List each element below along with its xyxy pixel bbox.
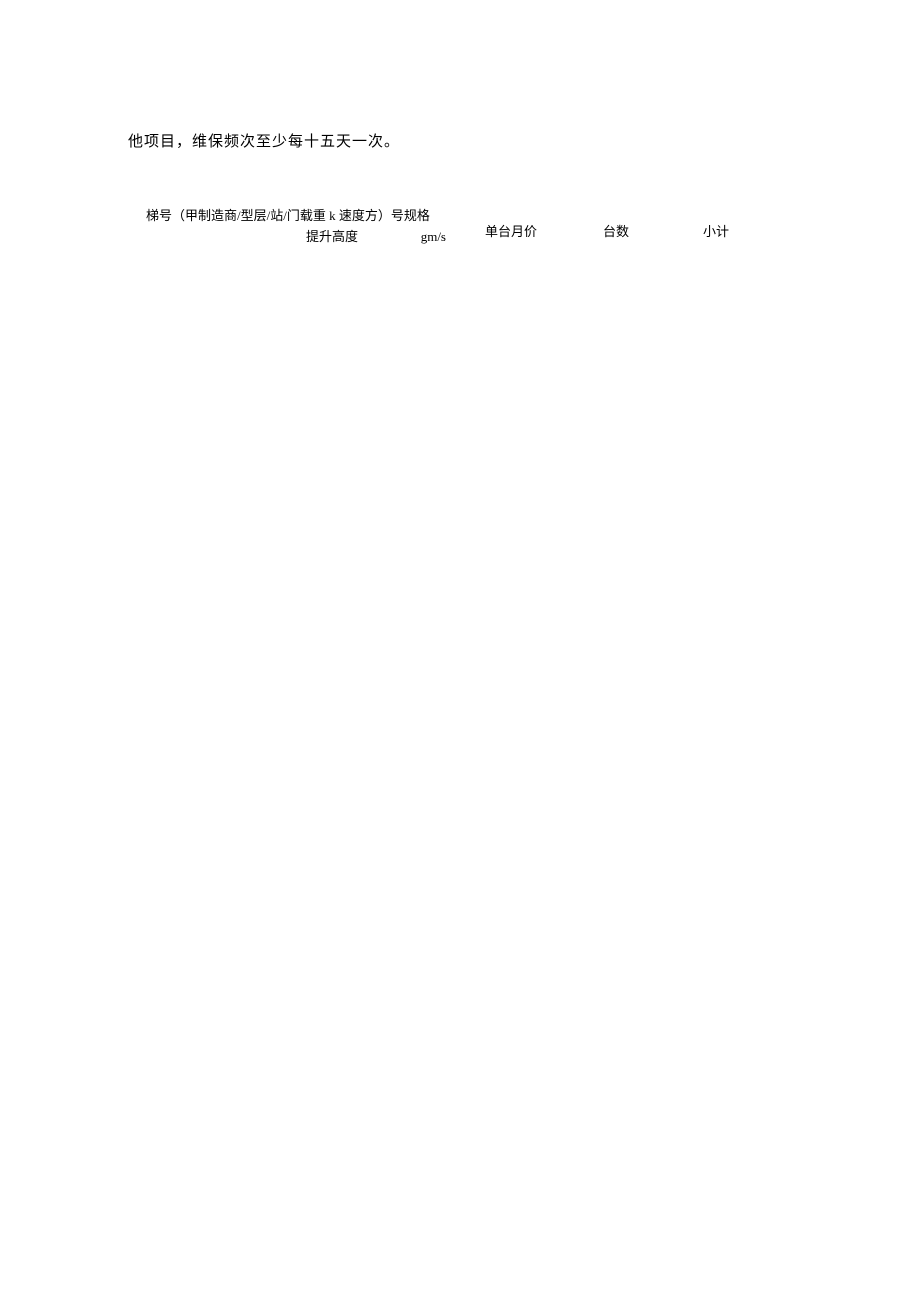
- unit-label: gm/s: [421, 227, 446, 248]
- paragraph-text: 他项目，维保频次至少每十五天一次。: [128, 130, 808, 154]
- column-header-unit-price: 单台月价: [456, 213, 566, 240]
- lift-height-label: 提升高度: [306, 227, 358, 248]
- column-header-spec-line2: 提升高度 gm/s: [146, 227, 456, 248]
- column-header-quantity: 台数: [566, 213, 666, 240]
- table-header: 梯号（甲制造商/型层/站/门载重 k 速度方）号规格 提升高度 gm/s 单台月…: [146, 206, 806, 248]
- column-header-spec: 梯号（甲制造商/型层/站/门载重 k 速度方）号规格 提升高度 gm/s: [146, 206, 456, 248]
- column-header-subtotal: 小计: [666, 213, 766, 240]
- table-header-row: 梯号（甲制造商/型层/站/门载重 k 速度方）号规格 提升高度 gm/s 单台月…: [146, 206, 806, 248]
- document-body: 他项目，维保频次至少每十五天一次。 梯号（甲制造商/型层/站/门载重 k 速度方…: [128, 130, 808, 248]
- column-header-spec-line1: 梯号（甲制造商/型层/站/门载重 k 速度方）号规格: [146, 206, 456, 227]
